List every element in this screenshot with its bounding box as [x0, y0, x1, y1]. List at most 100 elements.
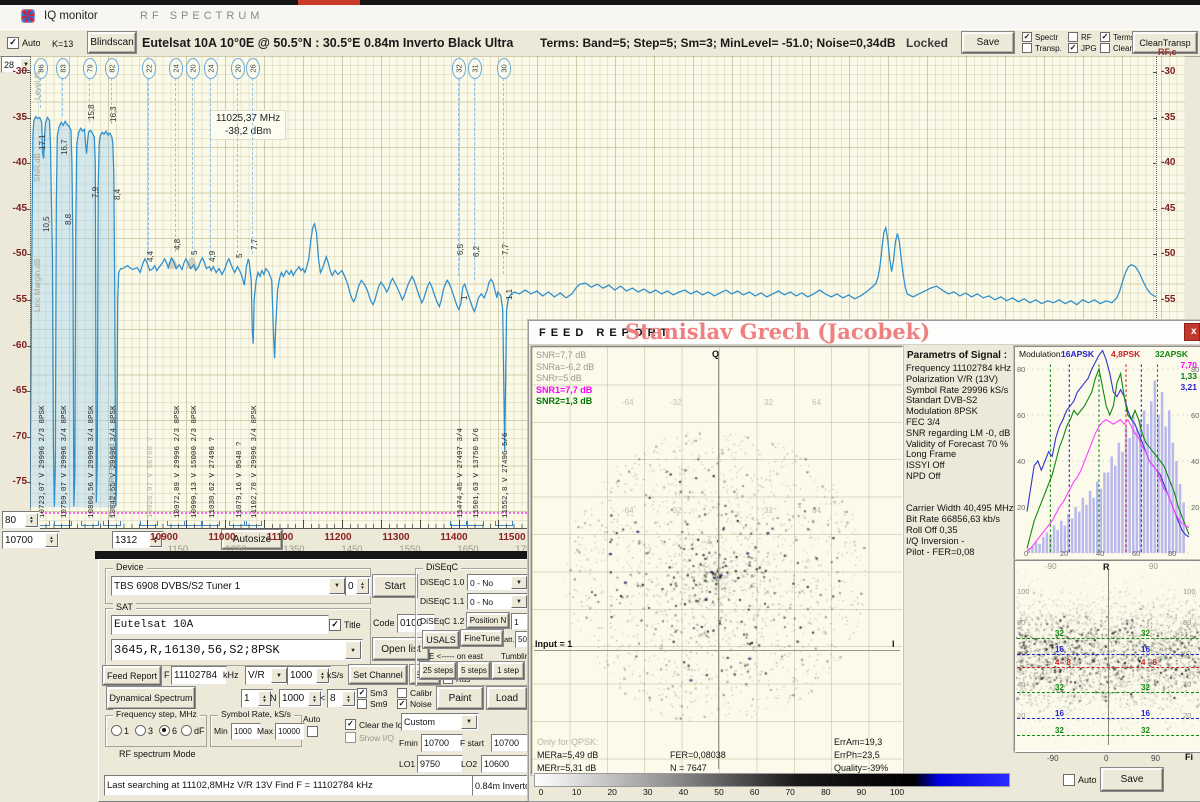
fstart-field[interactable]: 10700 [491, 734, 533, 752]
auto-sr-checkbox-box[interactable] [307, 726, 318, 737]
histogram-bar [1056, 530, 1059, 553]
phase-save-button[interactable]: Save [1101, 768, 1163, 791]
chevron-down-icon[interactable]: ▼ [345, 641, 361, 659]
jpg-checkbox[interactable]: ✓ JPG [1068, 43, 1097, 53]
usals-button[interactable]: USALS [423, 631, 459, 648]
position-field[interactable]: 1 [511, 613, 529, 630]
phase-auto-checkbox[interactable]: Auto [1063, 774, 1097, 786]
sm9-checkbox[interactable]: Sm9 [357, 699, 387, 709]
noise-checkbox-box[interactable]: ✓ [397, 699, 407, 709]
calibr-checkbox[interactable]: Calibr [397, 688, 432, 698]
lo1-label: LO1 [399, 759, 416, 769]
transp-checkbox-box[interactable] [1022, 43, 1032, 53]
jpg-checkbox-box[interactable]: ✓ [1068, 43, 1078, 53]
chevron-down-icon[interactable]: ▼ [511, 595, 527, 608]
dynamical-spectrum-button[interactable]: Dynamical Spectrum [107, 687, 195, 709]
phase-auto-box[interactable] [1063, 774, 1075, 786]
calibr-checkbox-box[interactable] [397, 688, 407, 698]
radio-3[interactable]: 3 [135, 725, 153, 736]
lo2-field[interactable]: 10600 [481, 755, 533, 773]
radio-df-circle[interactable] [181, 725, 192, 736]
symbolrate-spinner[interactable]: 1000 ▲ ▼ [287, 666, 331, 685]
finetune-button[interactable]: FineTune [461, 630, 503, 646]
auto-sr-checkbox[interactable] [307, 726, 321, 737]
rf-checkbox-box[interactable] [1068, 32, 1078, 42]
sat-name-field[interactable]: Eutelsat 10A [111, 615, 329, 635]
sm9-checkbox-box[interactable] [357, 699, 367, 709]
spectr-checkbox[interactable]: ✓ Spectr [1022, 32, 1058, 42]
rf-checkbox[interactable]: RF [1068, 32, 1092, 42]
fstart-spinner-arrows[interactable]: ▲ ▼ [45, 533, 58, 547]
save-button[interactable]: Save [962, 32, 1014, 53]
diseqc11-combo[interactable]: 0 - No ▼ [467, 593, 529, 610]
steps5-button[interactable]: 5 steps [458, 662, 490, 679]
histogram-bar [1088, 490, 1092, 553]
fstart-label: F start [460, 738, 485, 748]
spectr-label: Spectr [1035, 32, 1059, 42]
transp-checkbox[interactable]: Transp. [1022, 43, 1062, 53]
paint-button[interactable]: Paint [437, 687, 483, 709]
position-n-button[interactable]: Position N [467, 613, 509, 628]
histogram-bar [1110, 456, 1113, 553]
lo1-field[interactable]: 9750 [417, 755, 463, 773]
device-num-spinner[interactable]: 0 ▲ ▼ [345, 576, 371, 596]
max-field[interactable]: 10000 [275, 723, 305, 740]
custom-combo[interactable]: Custom ▼ [401, 713, 479, 731]
transponder-marker-line [175, 78, 176, 252]
chevron-down-icon[interactable]: ▼ [271, 668, 287, 683]
title-checkbox[interactable]: ✓ Title [329, 619, 361, 631]
n8-spinner[interactable]: 8 ▲ ▼ [327, 689, 357, 708]
phase-threshold-label: 4 - 8 [1141, 658, 1158, 667]
level-spinner-arrows[interactable]: ▲ ▼ [25, 513, 38, 527]
sm3-checkbox[interactable]: ✓ Sm3 [357, 688, 387, 698]
chevron-down-icon[interactable]: ▼ [511, 576, 527, 589]
feed-title-bar[interactable]: FEED REPORT Stanislav Grech (Jacobek) x [529, 319, 1200, 345]
polarization-combo[interactable]: V/R ▼ [245, 666, 289, 685]
radio-3-circle[interactable] [135, 725, 146, 736]
terms-checkbox[interactable]: ✓ Terms [1100, 32, 1135, 42]
transponder-level-value: 79 [85, 64, 95, 73]
load-button[interactable]: Load [487, 687, 527, 709]
tumbling-label: Tumblin [501, 652, 530, 661]
steps25-button[interactable]: 25 steps [420, 662, 456, 679]
show-iq-checkbox[interactable]: Show I/Q [345, 732, 394, 743]
start-button[interactable]: Start [373, 575, 417, 597]
chevron-down-icon[interactable]: ▼ [329, 578, 345, 594]
diseqc10-combo[interactable]: 0 - No ▼ [467, 574, 529, 591]
radio-df[interactable]: dF [181, 725, 205, 736]
title-checkbox-box[interactable]: ✓ [329, 619, 341, 631]
steps1-button[interactable]: 1 step [492, 662, 524, 679]
quality-scale-label: 10 [571, 787, 582, 797]
terms-checkbox-box[interactable]: ✓ [1100, 32, 1110, 42]
f-label: F [164, 670, 170, 680]
sm3-checkbox-box[interactable]: ✓ [357, 688, 367, 698]
clean-checkbox-box[interactable] [1100, 43, 1110, 53]
device-num-arrows[interactable]: ▲ ▼ [356, 578, 369, 594]
level-spinner[interactable]: 80 ▲ ▼ [2, 511, 40, 529]
radio-6-circle[interactable] [159, 725, 170, 736]
feed-report-button[interactable]: Feed Report [103, 666, 161, 685]
transponder-combo[interactable]: 3645,R,16130,56,S2;8PSK ▼ [111, 639, 363, 661]
show-iq-box[interactable] [345, 732, 356, 743]
fstart-spinner[interactable]: 10700 ▲ ▼ [2, 531, 60, 549]
auto-checkbox[interactable]: ✓ Auto [7, 37, 41, 49]
auto-checkbox-box[interactable]: ✓ [7, 37, 19, 49]
radio-1[interactable]: 1 [111, 725, 129, 736]
noise-checkbox[interactable]: ✓ Noise [397, 699, 432, 709]
n1-spinner[interactable]: 1 ▲ ▼ [241, 689, 273, 708]
close-icon[interactable]: x [1184, 323, 1200, 341]
frequency-field[interactable]: 11102784 [171, 666, 227, 685]
radio-1-circle[interactable] [111, 725, 122, 736]
set-channel-button[interactable]: Set Channel [349, 665, 407, 684]
chevron-down-icon[interactable]: ▼ [461, 715, 477, 729]
n8-arrows[interactable]: ▲ ▼ [342, 691, 355, 706]
clear-loop-box[interactable]: ✓ [345, 719, 356, 730]
radio-6[interactable]: 6 [159, 725, 177, 736]
fmin-field[interactable]: 10700 [421, 734, 463, 752]
n1000-spinner[interactable]: 1000 ▲ ▼ [279, 689, 323, 708]
spectr-checkbox-box[interactable]: ✓ [1022, 32, 1032, 42]
radio-1-label: 1 [124, 725, 130, 736]
clean-checkbox[interactable]: Clean [1100, 43, 1134, 53]
blindscan-button[interactable]: Blindscan [88, 32, 136, 53]
device-combo[interactable]: TBS 6908 DVBS/S2 Tuner 1 ▼ [111, 576, 347, 596]
